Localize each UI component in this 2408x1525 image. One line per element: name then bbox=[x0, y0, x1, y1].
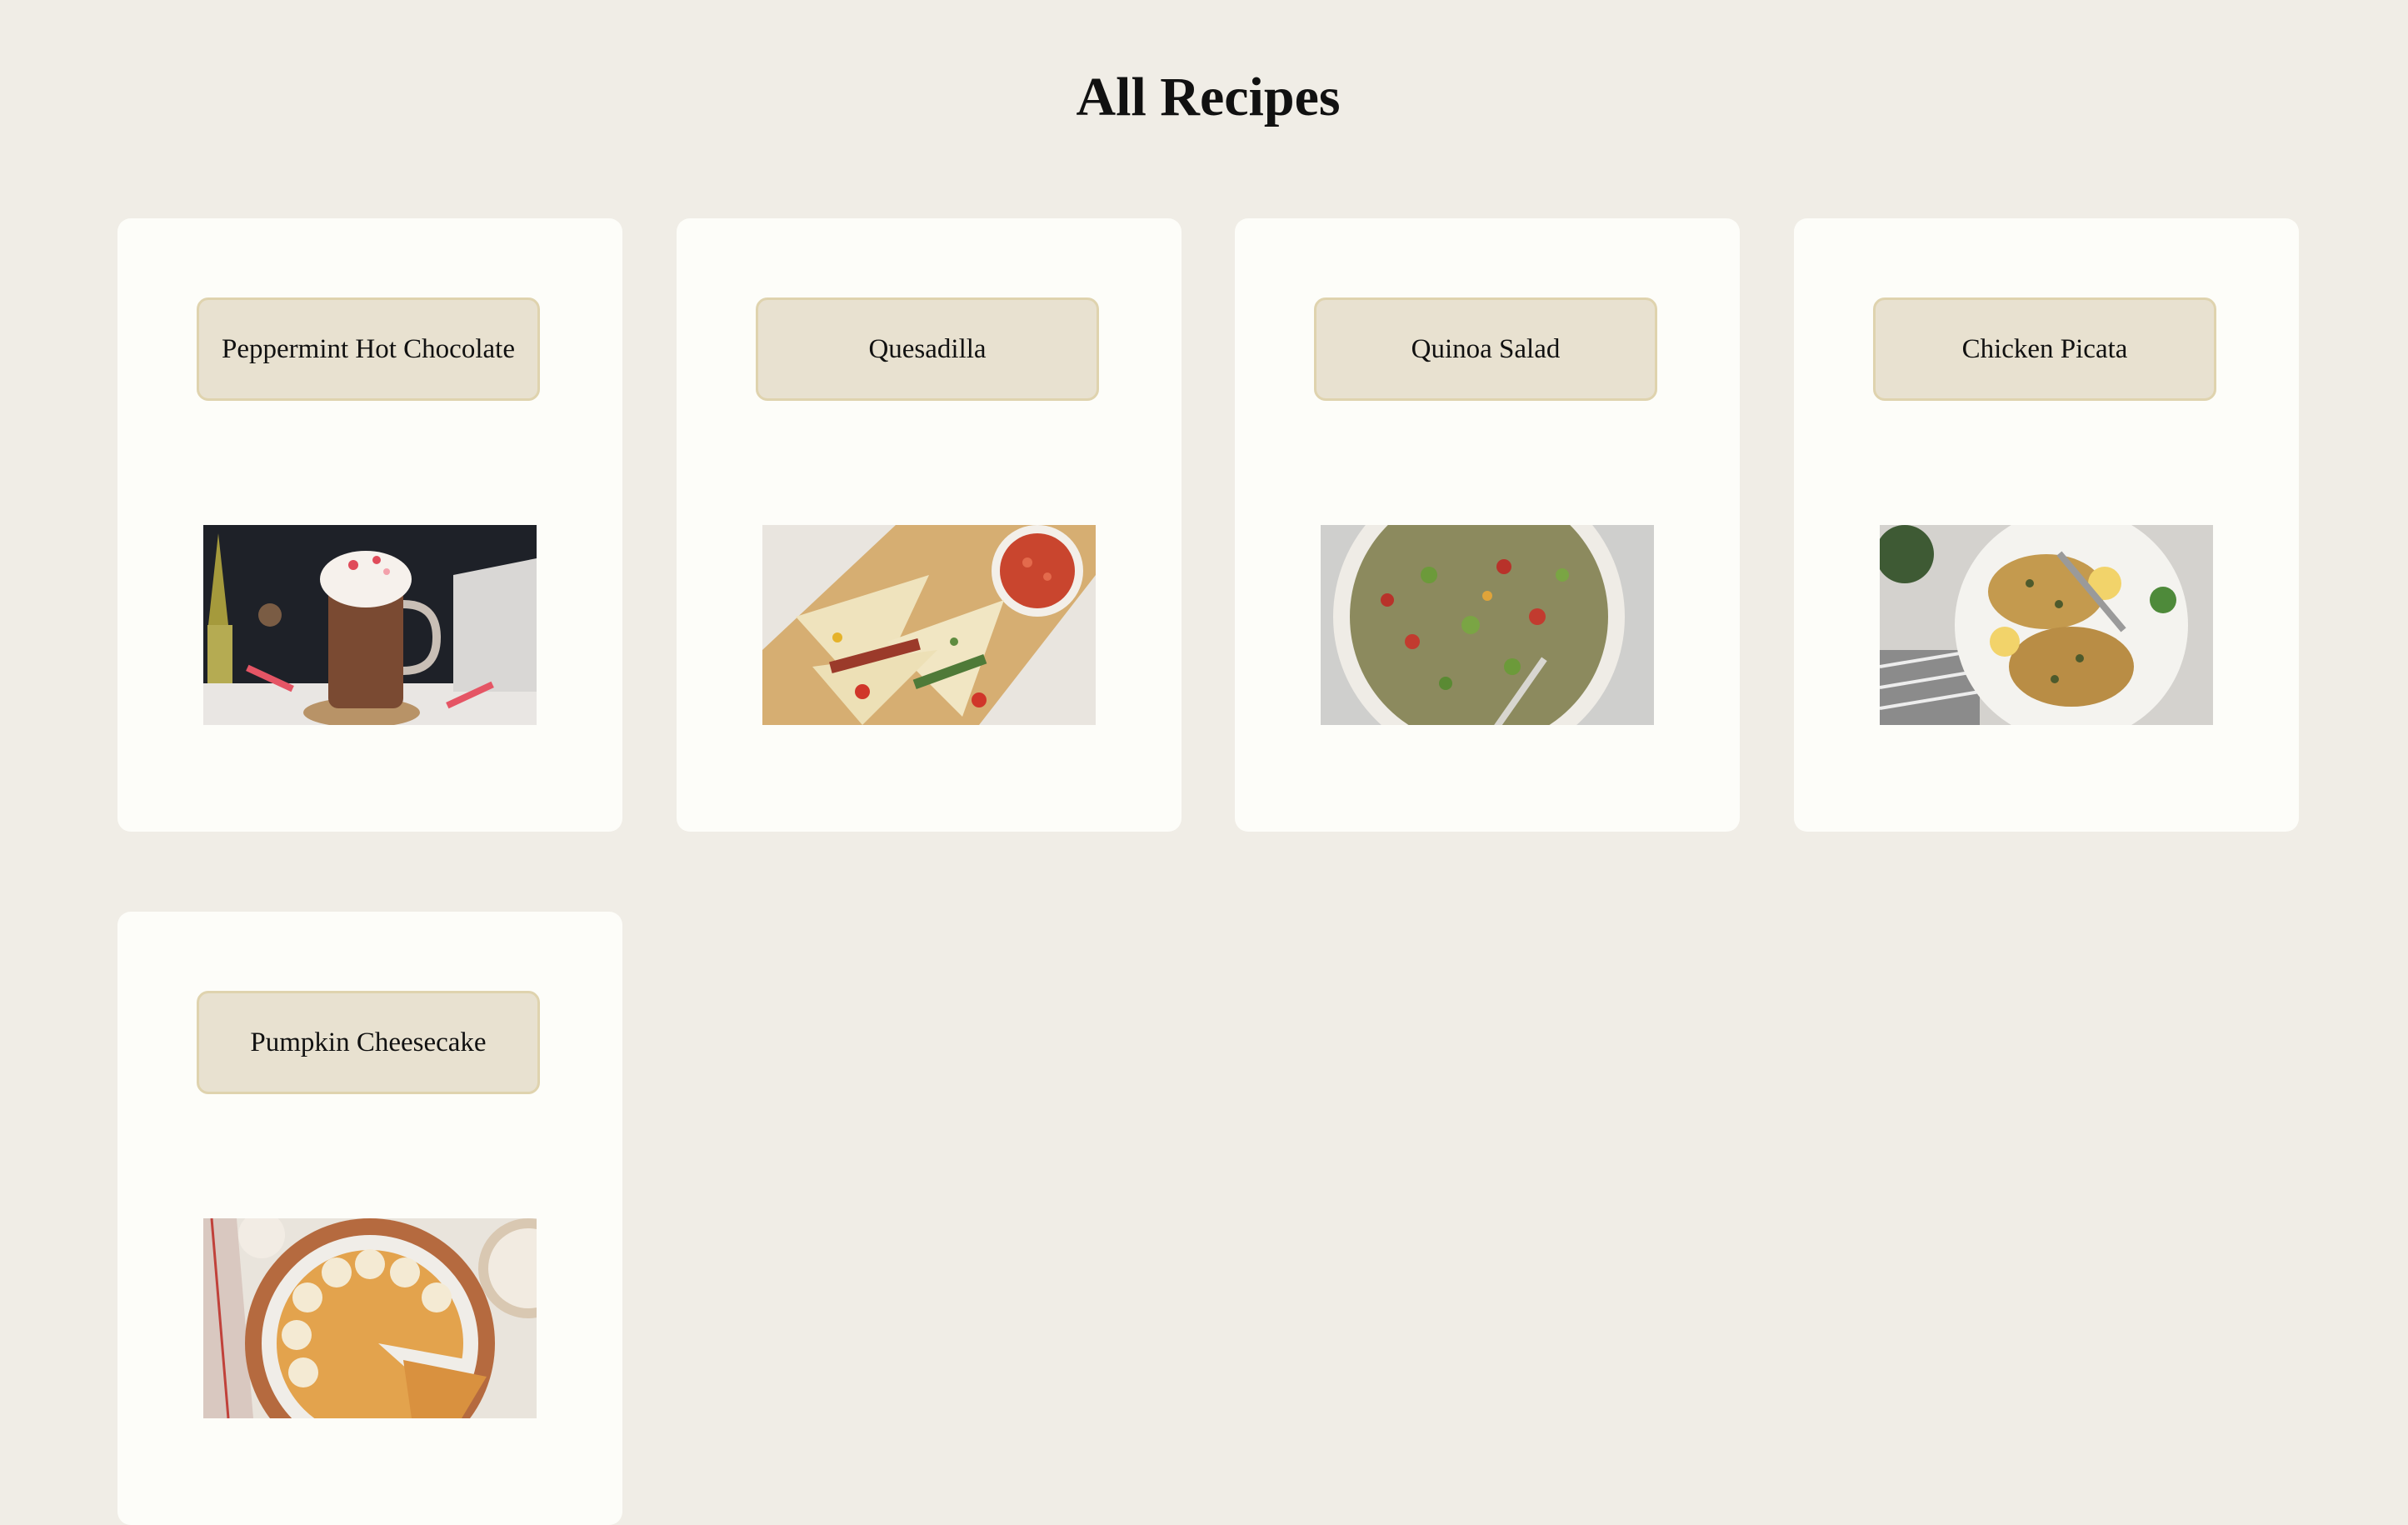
pumpkin-cheesecake-image[interactable] bbox=[203, 1218, 537, 1418]
quinoa-salad-image[interactable] bbox=[1321, 525, 1654, 725]
recipe-card: Quinoa Salad bbox=[1235, 218, 1740, 832]
recipe-button[interactable]: Quesadilla bbox=[756, 298, 1099, 401]
recipe-card: Peppermint Hot Chocolate bbox=[117, 218, 622, 832]
recipe-card: Chicken Picata bbox=[1794, 218, 2299, 832]
recipe-card: Pumpkin Cheesecake bbox=[117, 912, 622, 1525]
hot-chocolate-image[interactable] bbox=[203, 525, 537, 725]
quesadilla-image[interactable] bbox=[762, 525, 1096, 725]
recipe-button[interactable]: Pumpkin Cheesecake bbox=[197, 991, 540, 1094]
recipe-button[interactable]: Peppermint Hot Chocolate bbox=[197, 298, 540, 401]
recipe-button[interactable]: Chicken Picata bbox=[1873, 298, 2216, 401]
recipe-card: Quesadilla bbox=[677, 218, 1182, 832]
recipe-button[interactable]: Quinoa Salad bbox=[1314, 298, 1657, 401]
page-title: All Recipes bbox=[1076, 67, 1341, 128]
chicken-picata-image[interactable] bbox=[1880, 525, 2213, 725]
